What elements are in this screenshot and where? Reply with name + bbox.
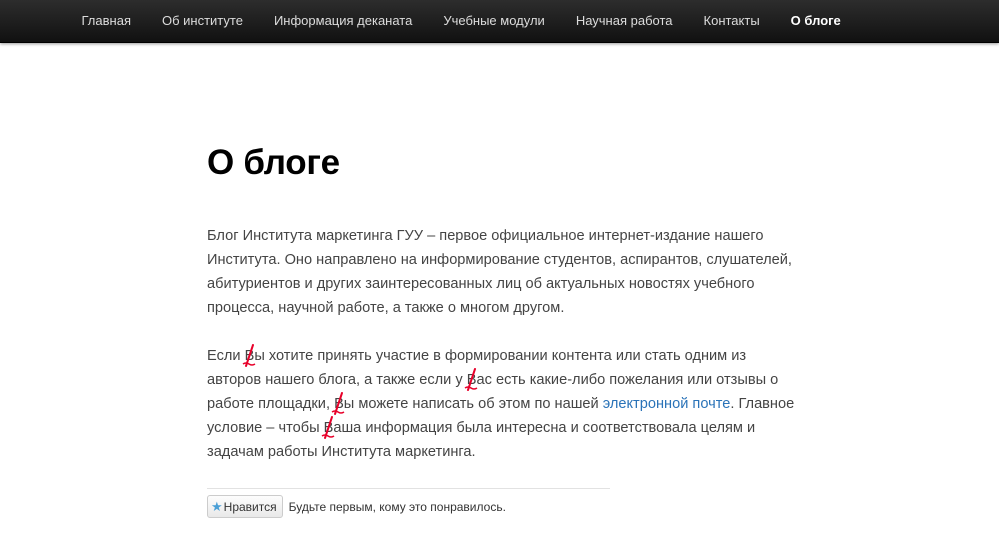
nav-item-home[interactable]: Главная [66, 0, 146, 42]
nav-item-about-blog[interactable]: О блоге [775, 0, 856, 42]
nav-item-research[interactable]: Научная работа [560, 0, 688, 42]
text-segment: можете написать об этом по нашей [354, 396, 603, 412]
nav-item-dean-info[interactable]: Информация деканата [258, 0, 427, 42]
main-content: О блоге Блог Института маркетинга ГУУ – … [207, 140, 797, 464]
typo-word-text: Ваша [323, 420, 362, 436]
nav-item-contacts[interactable]: Контакты [688, 0, 775, 42]
star-icon: ★ [211, 499, 223, 514]
like-button[interactable]: ★ Нравится [207, 495, 283, 518]
spellcheck-word[interactable]: Ваша [321, 416, 362, 440]
like-status-text: Будьте первым, кому это понравилось. [288, 499, 506, 514]
nav-item-study-modules[interactable]: Учебные модули [428, 0, 560, 42]
spellcheck-word[interactable]: Вас [464, 368, 492, 392]
typo-word-text: Вы [334, 396, 355, 412]
typo-word-text: Вы [244, 348, 265, 364]
contribute-paragraph: Если Вы хотите принять участие в формиро… [207, 344, 797, 464]
nav-item-about-institute[interactable]: Об институте [146, 0, 258, 42]
spellcheck-word[interactable]: Вы [242, 344, 265, 368]
page-title: О блоге [207, 143, 340, 182]
main-menu: Главная Об институте Информация деканата… [66, 0, 856, 42]
email-link[interactable]: электронной почте [603, 396, 731, 412]
text-segment: Если [207, 348, 245, 364]
like-widget: ★ Нравится Будьте первым, кому это понра… [207, 488, 610, 518]
typo-word-text: Вас [466, 372, 492, 388]
intro-paragraph: Блог Института маркетинга ГУУ – первое о… [207, 228, 792, 316]
spellcheck-word[interactable]: Вы [331, 392, 355, 416]
like-button-label: Нравится [223, 499, 277, 514]
top-navbar: Главная Об институте Информация деканата… [0, 0, 999, 43]
